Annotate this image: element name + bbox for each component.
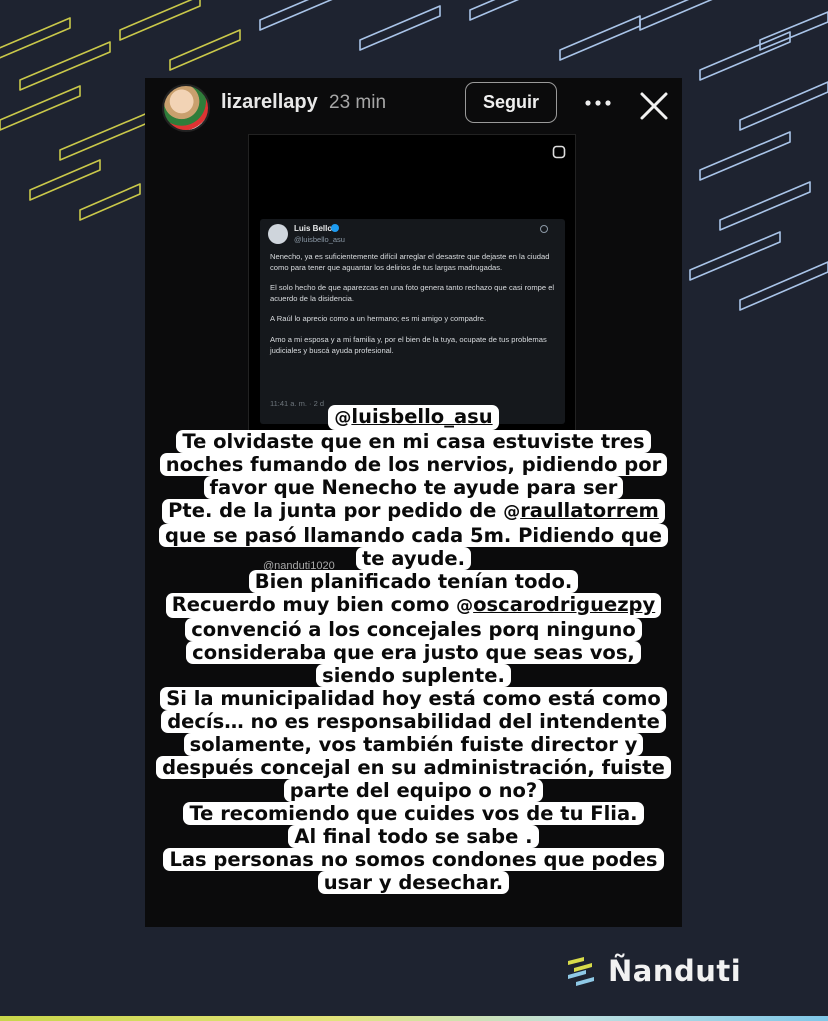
mention-link[interactable]: luisbello_asu [351, 405, 492, 428]
story-viewer: lizarellapy 23 min Seguir Luis Bello @lu… [145, 78, 682, 927]
overlay-line: decís… no es responsabilidad del intende… [161, 710, 666, 733]
threads-mention-icon: @ [334, 408, 352, 428]
overlay-line: convenció a los concejales porq ninguno [185, 618, 642, 641]
overlay-line: Bien planificado tenían todo. [248, 570, 579, 593]
overlay-line: usar y desechar. [317, 871, 510, 894]
overlay-line: favor que Nenecho te ayude para ser [203, 476, 624, 499]
overlay-line: Al final todo se sabe . [288, 825, 539, 848]
overlay-line: Si la municipalidad hoy está como está c… [160, 687, 667, 710]
story-header: lizarellapy 23 min Seguir [145, 78, 682, 138]
overlay-line: solamente, vos también fuiste director y [183, 733, 644, 756]
overlay-line: siendo suplente. [316, 664, 511, 687]
threads-corner-icon [552, 145, 566, 159]
overlay-line: después concejal en su administración, f… [156, 756, 671, 779]
overlay-line: consideraba que era justo que seas vos, [186, 641, 641, 664]
overlay-text: Recuerdo muy bien como [171, 593, 457, 616]
username[interactable]: lizarellapy [221, 91, 318, 114]
threads-mention-icon: @ [456, 596, 474, 616]
tweet-paragraph: Nenecho, ya es suficientemente difícil a… [270, 252, 550, 272]
story-text-overlay: @luisbello_asu Te olvidaste que en mi ca… [155, 405, 672, 894]
overlay-line: parte del equipo o no? [283, 779, 544, 802]
overlay-line: te ayude. [355, 547, 472, 570]
tweet-author-handle: @luisbello_asu [294, 235, 345, 244]
close-icon[interactable] [639, 91, 669, 121]
overlay-text: Pte. de la junta por pedido de [168, 499, 504, 522]
follow-button[interactable]: Seguir [465, 82, 557, 123]
brand-name: Ñanduti [608, 954, 742, 988]
overlay-line: Te olvidaste que en mi casa estuviste tr… [176, 430, 651, 453]
overlay-line: que se pasó llamando cada 5m. Pidiendo q… [158, 524, 669, 547]
bottom-accent-bar [0, 1016, 828, 1021]
overlay-line: noches fumando de los nervios, pidiendo … [159, 453, 668, 476]
tweet-options-icon [540, 225, 548, 233]
more-icon[interactable] [585, 100, 611, 106]
threads-mention-icon: @ [503, 502, 521, 522]
tweet-paragraph: Amo a mi esposa y a mi familia y, por el… [270, 334, 547, 355]
tweet-paragraph: El solo hecho de que aparezcas en una fo… [270, 283, 555, 303]
tweet-paragraph: A Raúl lo aprecio como a un hermano; es … [270, 314, 487, 324]
tweet-avatar [268, 224, 288, 244]
tweet-author-name: Luis Bello [294, 224, 333, 233]
overlay-line: Pte. de la junta por pedido de @raullato… [162, 499, 665, 524]
overlay-line: @luisbello_asu [328, 405, 499, 430]
mention-link[interactable]: oscarodriguezpy [473, 593, 655, 616]
nanduti-logo-icon [568, 957, 594, 986]
tweet-body: Nenecho, ya es suficientemente difícil a… [270, 252, 555, 366]
verified-badge-icon [331, 224, 339, 232]
overlay-line: Recuerdo muy bien como @oscarodriguezpy [165, 593, 662, 618]
overlay-line: Te recomiendo que cuides vos de tu Flia. [183, 802, 644, 825]
avatar[interactable] [162, 84, 210, 132]
overlay-line: Las personas no somos condones que podes [163, 848, 664, 871]
mention-link[interactable]: raullatorrem [520, 499, 659, 522]
quoted-tweet: Luis Bello @luisbello_asu Nenecho, ya es… [260, 219, 565, 424]
post-time: 23 min [329, 92, 387, 113]
